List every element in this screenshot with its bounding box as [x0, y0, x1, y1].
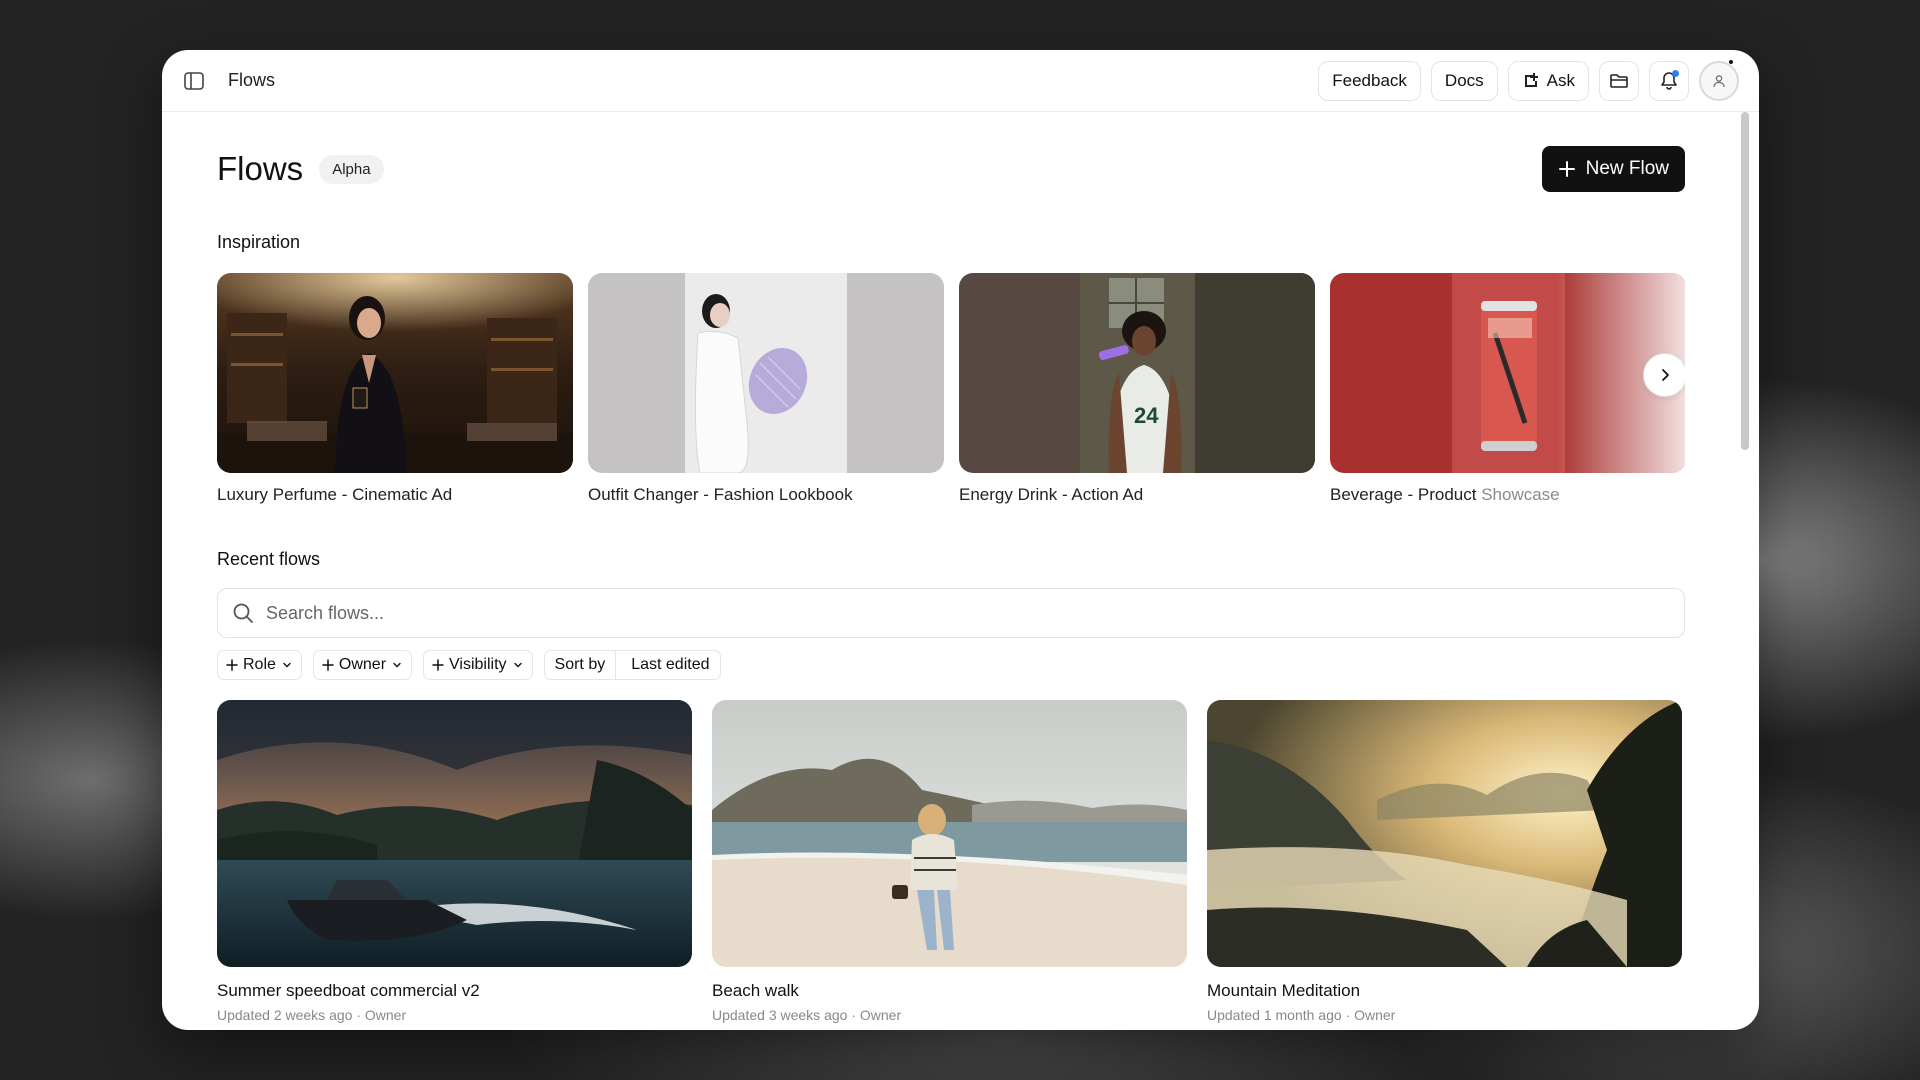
recent-flow-image-3 [1207, 700, 1682, 967]
visibility-filter[interactable]: Visibility [423, 650, 533, 680]
owner-filter[interactable]: Owner [312, 650, 413, 680]
carousel-next-button[interactable] [1643, 353, 1685, 397]
search-box [217, 588, 1685, 638]
plus-icon [322, 659, 334, 671]
recent-flow-card-3[interactable]: Mountain Meditation Updated 1 month ago … [1207, 700, 1682, 1023]
docs-button[interactable]: Docs [1430, 60, 1498, 101]
new-flow-label: New Flow [1585, 158, 1669, 179]
inspiration-caption-3[interactable]: Energy Drink - Action Ad [959, 485, 1315, 505]
inspiration-card-3[interactable]: 24 [959, 273, 1315, 473]
recent-flow-image-2 [712, 700, 1187, 967]
plus-icon [1558, 160, 1576, 178]
recent-flow-thumbnail-3 [1207, 700, 1682, 967]
recent-flow-title-2: Beach walk [712, 981, 799, 1000]
avatar-status-dot [1729, 59, 1733, 64]
inspiration-card-4[interactable] [1330, 273, 1685, 473]
inspiration-image-2 [588, 273, 944, 473]
recent-flow-meta-2: Updated 3 weeks ago · Owner [712, 1007, 902, 1023]
sort-value[interactable]: Last edited [621, 651, 719, 679]
plus-icon [226, 659, 238, 671]
search-icon [232, 602, 254, 624]
recent-flow-title-1: Summer speedboat commercial v2 [217, 981, 480, 1000]
plus-icon [432, 659, 444, 671]
inspiration-image-1 [217, 273, 573, 473]
recent-flow-meta-3: Updated 1 month ago · Owner [1207, 1007, 1396, 1023]
folder-icon [1609, 72, 1629, 90]
inspiration-captions: Luxury Perfume - Cinematic Ad Outfit Cha… [217, 485, 1685, 505]
ask-button[interactable]: Ask [1507, 60, 1589, 101]
feedback-button[interactable]: Feedback [1318, 60, 1421, 101]
chevron-right-icon [1658, 368, 1672, 382]
chevron-down-icon [512, 659, 524, 671]
notifications-button[interactable] [1649, 60, 1689, 101]
inspiration-carousel: 24 [217, 273, 1685, 473]
role-filter-label: Role [243, 656, 276, 673]
page-header: Flows Alpha New Flow [217, 146, 1685, 192]
recent-flow-card-1[interactable]: Summer speedboat commercial v2 Updated 2… [217, 700, 692, 1023]
search-input[interactable] [266, 602, 1670, 624]
inspiration-card-2[interactable] [588, 273, 944, 473]
chevron-down-icon [391, 659, 403, 671]
role-filter[interactable]: Role [217, 650, 302, 680]
chevron-down-icon [281, 659, 293, 671]
top-bar: Flows Feedback Docs Ask [162, 50, 1759, 112]
inspiration-caption-4[interactable]: Beverage - Product Showcase [1330, 485, 1686, 505]
inspiration-card-1[interactable] [217, 273, 573, 473]
topbar-actions: Feedback Docs Ask [1318, 59, 1739, 101]
inspiration-title: Inspiration [217, 232, 301, 252]
app-window: Flows Feedback Docs Ask Flows Alpha New … [162, 50, 1759, 1030]
recent-flow-title-3: Mountain Meditation [1207, 981, 1361, 1000]
avatar[interactable] [1699, 59, 1739, 101]
ask-label: Ask [1546, 70, 1575, 90]
user-icon [1712, 74, 1726, 88]
new-flow-button[interactable]: New Flow [1541, 146, 1685, 192]
recent-flow-image-1 [217, 700, 692, 967]
recent-flows-title: Recent flows [217, 549, 321, 569]
inspiration-caption-2[interactable]: Outfit Changer - Fashion Lookbook [588, 485, 944, 505]
page-title: Flows [217, 150, 304, 187]
sidebar-toggle-icon[interactable] [182, 69, 206, 93]
folder-button[interactable] [1599, 60, 1639, 101]
recent-flows-grid: Summer speedboat commercial v2 Updated 2… [217, 700, 1685, 1023]
recent-flow-thumbnail-2 [712, 700, 1187, 967]
topbar-title: Flows [228, 70, 276, 90]
recent-flow-meta-1: Updated 2 weeks ago · Owner [217, 1007, 407, 1023]
notification-dot [1672, 69, 1679, 77]
owner-filter-label: Owner [338, 656, 387, 673]
sort-control[interactable]: Sort by Last edited [543, 650, 721, 680]
visibility-filter-label: Visibility [449, 656, 507, 673]
ask-icon [1522, 72, 1540, 90]
filter-bar: Role Owner Visibility Sort by Last edite… [217, 650, 1685, 680]
main-content: Flows Alpha New Flow Inspiration 24 Luxu… [162, 112, 1759, 1030]
recent-flow-thumbnail-1 [217, 700, 692, 967]
sort-label: Sort by [545, 651, 617, 679]
inspiration-image-3: 24 [959, 273, 1315, 473]
svg-text:24: 24 [1134, 403, 1159, 428]
recent-flow-card-2[interactable]: Beach walk Updated 3 weeks ago · Owner [712, 700, 1187, 1023]
status-badge: Alpha [319, 154, 384, 184]
inspiration-caption-1[interactable]: Luxury Perfume - Cinematic Ad [217, 485, 573, 505]
